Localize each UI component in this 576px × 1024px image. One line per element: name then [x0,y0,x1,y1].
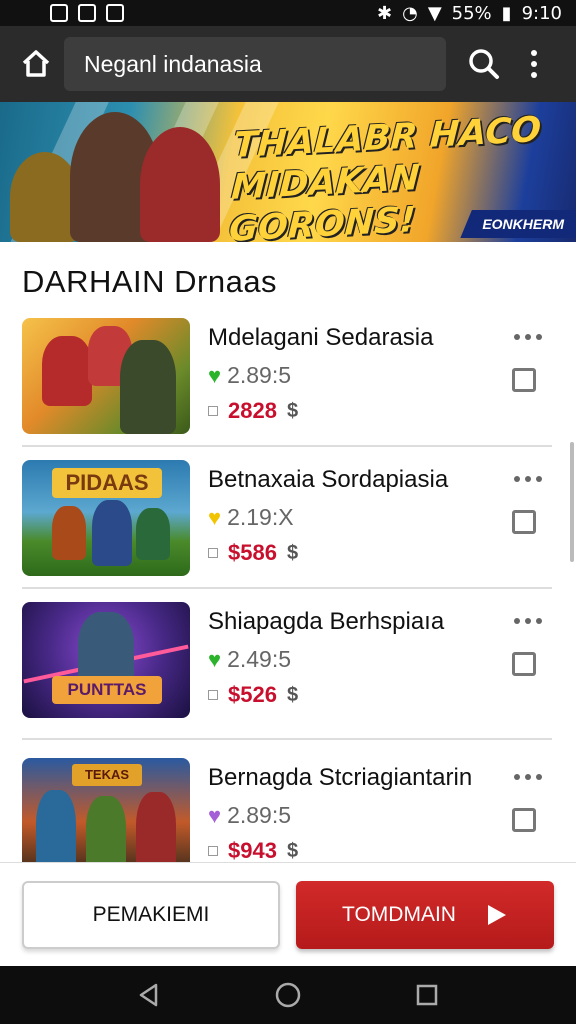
game-thumbnail: PIDAAS [22,460,190,576]
heart-icon: ♥ [208,646,222,672]
item-more-button[interactable] [514,774,542,780]
list-item[interactable]: Mdelagani Sedarasia ♥ 2.89:5 2828 $ [22,318,552,458]
item-rating: ♥ 2.49:5 [208,646,292,672]
back-icon [140,983,158,1007]
scrollbar[interactable] [570,442,574,562]
item-checkbox[interactable] [512,808,536,832]
game-thumbnail [22,318,190,434]
action-bar: PEMAKIEMI TOMDMAIN [0,862,576,966]
alarm-icon: ◔ [402,2,418,24]
system-icons: ✱ ◔ ▼ 55% ▮ 9:10 [377,3,562,24]
search-button[interactable] [464,42,504,86]
system-nav-bar [0,966,576,1024]
item-price: 2828 [228,398,277,423]
wifi-icon: ▼ [427,2,442,24]
item-price-row: $526 $ [208,682,298,708]
item-title: Shiapagda Berhspiaıa [208,608,445,635]
battery-level: 55% [451,2,492,24]
secondary-button[interactable]: PEMAKIEMI [22,881,280,949]
heart-icon: ♥ [208,362,222,388]
heart-icon: ♥ [208,802,222,828]
more-vert-icon [531,50,537,56]
currency-icon: $ [286,399,299,422]
game-thumbnail: TEKAS [22,758,190,862]
app-bar: Neganl indanasia [0,26,576,102]
home-circle-icon [275,982,301,1008]
item-checkbox[interactable] [512,368,536,392]
back-button[interactable] [129,975,169,1015]
list-item[interactable]: TEKAS Bernagda Stcriagiantarin ♥ 2.89:5 … [22,758,552,862]
tag-icon [208,548,218,558]
content-list[interactable]: DARHAIN Drnaas Mdelagani Sedarasia ♥ 2.8… [0,242,576,862]
search-input[interactable]: Neganl indanasia [64,37,446,91]
item-rating: ♥ 2.19:X [208,504,294,530]
item-price: $526 [228,682,277,707]
recents-icon [416,984,437,1006]
item-more-button[interactable] [514,618,542,624]
tag-icon [208,406,218,416]
play-icon [487,905,506,925]
divider [22,587,552,589]
divider [22,738,552,740]
notification-icon [50,4,68,22]
currency-icon: $ [286,541,299,564]
item-price-row: $586 $ [208,540,298,566]
primary-button-label: TOMDMAIN [342,903,456,926]
item-rating: ♥ 2.89:5 [208,362,292,388]
search-icon [469,49,499,79]
currency-icon: $ [286,683,299,706]
item-checkbox[interactable] [512,510,536,534]
primary-button[interactable]: TOMDMAIN [296,881,554,949]
status-bar: ✱ ◔ ▼ 55% ▮ 9:10 [0,0,576,26]
list-item[interactable]: PUNTTAS Shiapagda Berhspiaıa ♥ 2.49:5 $5… [22,602,552,742]
item-title: Bernagda Stcriagiantarin [208,764,473,791]
item-title: Betnaxaia Sordapiasia [208,466,449,493]
bluetooth-icon: ✱ [377,2,393,24]
home-button[interactable] [14,42,58,86]
promo-banner[interactable]: THALABR HACO MIDAKAN GORONS! EONKHERM [0,102,576,242]
item-checkbox[interactable] [512,652,536,676]
home-icon [22,50,50,77]
banner-badge: EONKHERM [460,210,576,238]
item-title: Mdelagani Sedarasia [208,324,434,351]
home-nav-button[interactable] [268,975,308,1015]
recents-button[interactable] [407,975,447,1015]
item-price: $943 [228,838,277,862]
notification-icons [50,4,124,22]
heart-icon: ♥ [208,504,222,530]
item-price-row: 2828 $ [208,398,298,424]
notification-icon [78,4,96,22]
overflow-menu-button[interactable] [522,42,546,86]
item-price: $586 [228,540,277,565]
currency-icon: $ [286,839,299,862]
tag-icon [208,846,218,856]
banner-character [140,127,220,242]
game-thumbnail: PUNTTAS [22,602,190,718]
divider [22,445,552,447]
list-item[interactable]: PIDAAS Betnaxaia Sordapiasia ♥ 2.19:X $5… [22,460,552,600]
battery-icon: ▮ [501,2,512,24]
item-more-button[interactable] [514,334,542,340]
tag-icon [208,690,218,700]
clock: 9:10 [521,2,562,24]
item-price-row: $943 $ [208,838,298,862]
section-title: DARHAIN Drnaas [22,264,278,299]
item-rating: ♥ 2.89:5 [208,802,292,828]
item-more-button[interactable] [514,476,542,482]
notification-icon [106,4,124,22]
